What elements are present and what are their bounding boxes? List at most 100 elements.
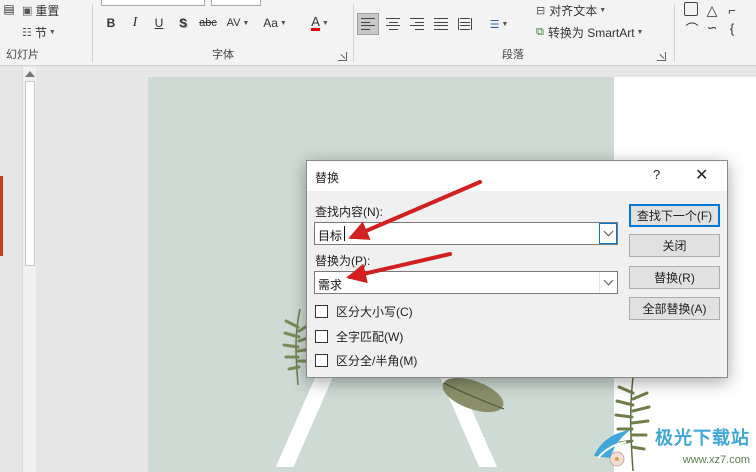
align-text-label: 对齐文本 <box>549 3 598 18</box>
font-group-label: 字体 <box>212 49 234 61</box>
whole-words-checkbox[interactable]: 全字匹配(W) <box>315 328 403 345</box>
reset-button[interactable]: ▣ 重置 <box>22 0 70 20</box>
font-dialog-launcher-icon[interactable] <box>338 52 347 61</box>
font-group: B I U S abc AV ▼ Aa ▼ A ▼ 字体 <box>93 0 353 66</box>
group-divider <box>674 4 675 62</box>
find-what-combobox[interactable]: 目标 <box>314 222 618 245</box>
new-slide-icon: ▤ <box>3 2 15 16</box>
find-what-label: 查找内容(N): <box>315 205 383 219</box>
match-case-label: 区分大小写(C) <box>336 305 413 319</box>
close-icon[interactable]: ✕ <box>695 165 708 185</box>
align-right-button[interactable] <box>407 14 427 34</box>
paragraph-group-label: 段落 <box>502 49 524 61</box>
checkbox-box[interactable] <box>315 305 328 318</box>
match-case-checkbox[interactable]: 区分大小写(C) <box>315 303 413 320</box>
paragraph-group: ☰ ▼ ⊟ 对齐文本 ▼ ⧉ 转换为 SmartArt ▼ 段落 <box>354 0 672 66</box>
replace-dialog: 替换 ? ✕ 查找内容(N): 目标 替换为(P): 需求 区分大小写(C) 全… <box>306 160 728 378</box>
align-left-button[interactable] <box>357 13 379 35</box>
reset-icon: ▣ <box>22 4 33 17</box>
font-color-button[interactable]: A ▼ <box>305 13 335 33</box>
change-case-label: Aa <box>263 16 278 30</box>
dialog-title-bar[interactable]: 替换 ? ✕ <box>307 161 727 191</box>
justify-button[interactable] <box>431 14 451 34</box>
font-color-icon: A <box>311 14 320 31</box>
close-button[interactable]: 关闭 <box>629 234 720 257</box>
dialog-title: 替换 <box>315 171 340 185</box>
replace-with-combobox[interactable]: 需求 <box>314 271 618 294</box>
text-shadow-button[interactable]: S <box>175 13 191 33</box>
smartart-icon: ⧉ <box>536 25 544 38</box>
slides-group: ▤ ▣ 重置 ☷ 节 ▼ 幻灯片 <box>0 0 92 66</box>
watermark-url: www.xz7.com <box>682 454 750 466</box>
strikethrough-button[interactable]: abc <box>197 13 219 33</box>
section-button[interactable]: ☷ 节 ▼ <box>22 22 74 42</box>
chevron-down-icon <box>603 275 614 286</box>
selected-slide-indicator <box>0 176 3 256</box>
whole-words-label: 全字匹配(W) <box>336 330 404 344</box>
match-width-label: 区分全/半角(M) <box>336 354 418 368</box>
text-cursor <box>344 226 345 241</box>
bold-button[interactable]: B <box>103 13 119 33</box>
paragraph-dialog-launcher-icon[interactable] <box>657 52 666 61</box>
section-label: 节 <box>34 25 47 40</box>
font-size-combobox[interactable] <box>211 0 261 6</box>
leaf-illustration <box>442 377 505 413</box>
align-right-icon <box>410 18 424 30</box>
watermark-text: 极光下载站 <box>655 428 750 448</box>
align-left-icon <box>361 18 375 30</box>
match-width-checkbox[interactable]: 区分全/半角(M) <box>315 352 417 369</box>
chevron-down-icon: ▼ <box>48 28 56 36</box>
align-text-button[interactable]: ⊟ 对齐文本 ▼ <box>536 0 636 20</box>
scroll-up-arrow-icon[interactable] <box>25 71 35 77</box>
chevron-down-icon: ▼ <box>636 28 644 36</box>
align-center-icon <box>386 18 400 30</box>
change-case-button[interactable]: Aa ▼ <box>259 13 291 33</box>
curve-shape-icon[interactable]: ⌒ <box>684 18 700 38</box>
italic-button[interactable]: I <box>127 13 143 33</box>
rectangle-shape-icon[interactable] <box>684 2 698 16</box>
replace-with-value: 需求 <box>318 278 343 292</box>
chevron-down-icon: ▼ <box>242 19 250 27</box>
ribbon: ▤ ▣ 重置 ☷ 节 ▼ 幻灯片 B I U S abc AV ▼ Aa ▼ A <box>0 0 756 66</box>
help-button[interactable]: ? <box>653 167 660 182</box>
underline-button[interactable]: U <box>151 13 167 33</box>
replace-button[interactable]: 替换(R) <box>629 266 720 289</box>
columns-icon: ☰ <box>489 18 500 31</box>
chevron-down-icon: ▼ <box>501 20 509 28</box>
replace-all-button[interactable]: 全部替换(A) <box>629 297 720 320</box>
chevron-down-icon: ▼ <box>279 19 287 27</box>
triangle-shape-icon[interactable]: △ <box>704 0 720 20</box>
drawing-group: △ ⌐ ⌒ ∽ { <box>676 0 756 66</box>
brace-shape-icon[interactable]: { <box>724 18 740 38</box>
slides-group-label: 幻灯片 <box>6 49 39 61</box>
columns-button[interactable]: ☰ ▼ <box>484 14 514 34</box>
checkbox-box[interactable] <box>315 330 328 343</box>
replace-with-label: 替换为(P): <box>315 254 371 268</box>
find-dropdown-button[interactable] <box>599 223 617 244</box>
chevron-down-icon: ▼ <box>321 19 329 27</box>
character-spacing-button[interactable]: AV ▼ <box>223 13 253 33</box>
character-spacing-label: AV <box>226 17 241 29</box>
align-center-button[interactable] <box>383 14 403 34</box>
find-next-button[interactable]: 查找下一个(F) <box>629 204 720 227</box>
justify-icon <box>434 18 448 30</box>
watermark-logo-icon <box>594 430 630 459</box>
thumbnail-scrollbar[interactable] <box>22 67 36 472</box>
replace-dropdown-button[interactable] <box>599 272 617 293</box>
chevron-down-icon <box>603 226 613 237</box>
find-what-value: 目标 <box>318 229 343 243</box>
convert-smartart-label: 转换为 SmartArt <box>547 25 635 40</box>
font-name-combobox[interactable] <box>101 0 205 6</box>
section-icon: ☷ <box>22 26 32 39</box>
distributed-icon <box>458 18 472 30</box>
reset-label: 重置 <box>35 3 60 18</box>
elbow-connector-shape-icon[interactable]: ⌐ <box>724 0 740 20</box>
new-slide-button-fragment[interactable]: ▤ <box>0 2 18 38</box>
scrollbar-thumb[interactable] <box>25 81 35 266</box>
chevron-down-icon: ▼ <box>599 6 607 14</box>
freeform-shape-icon[interactable]: ∽ <box>704 18 720 38</box>
distributed-button[interactable] <box>455 14 475 34</box>
checkbox-box[interactable] <box>315 354 328 367</box>
align-text-icon: ⊟ <box>536 4 546 17</box>
convert-smartart-button[interactable]: ⧉ 转换为 SmartArt ▼ <box>536 22 666 42</box>
